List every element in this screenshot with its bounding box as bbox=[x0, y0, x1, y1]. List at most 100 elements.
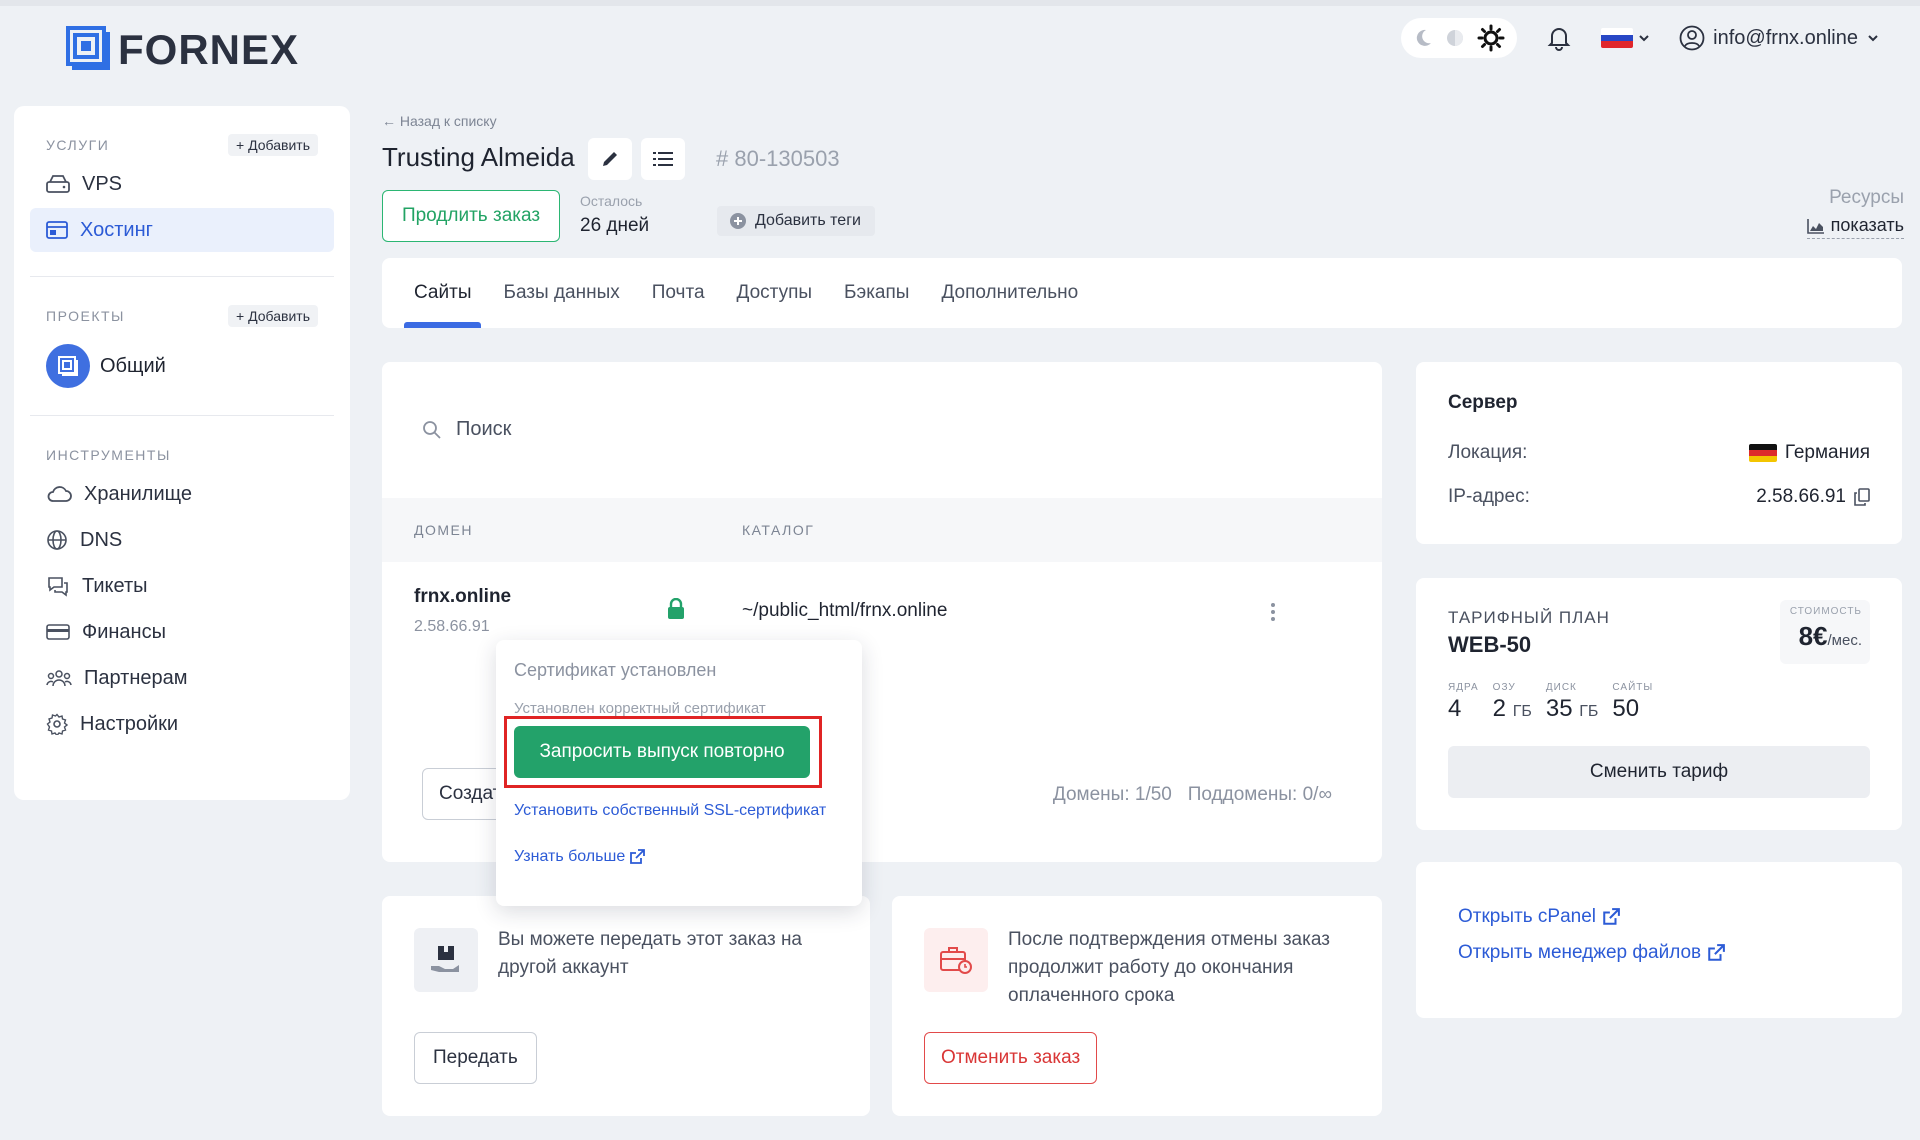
globe-icon bbox=[47, 530, 67, 550]
install-custom-ssl-link[interactable]: Установить собственный SSL-сертификат bbox=[514, 802, 826, 820]
tab-mail[interactable]: Почта bbox=[652, 258, 705, 328]
change-plan-button[interactable]: Сменить тариф bbox=[1448, 746, 1870, 798]
tab-additional[interactable]: Дополнительно bbox=[941, 258, 1078, 328]
sidebar-item-finance[interactable]: Финансы bbox=[30, 610, 334, 654]
project-item-general[interactable]: Общий bbox=[30, 341, 334, 391]
bell-icon[interactable] bbox=[1545, 24, 1573, 52]
sidebar-item-tickets[interactable]: Тикеты bbox=[30, 564, 334, 608]
tab-databases[interactable]: Базы данных bbox=[503, 258, 619, 328]
search-field[interactable]: Поиск bbox=[422, 418, 511, 441]
chevron-down-icon bbox=[1639, 35, 1649, 42]
search-icon bbox=[423, 420, 441, 439]
spec-sites: САЙТЫ 50 bbox=[1612, 682, 1654, 722]
sidebar-item-partners[interactable]: Партнерам bbox=[30, 656, 334, 700]
site-domain[interactable]: frnx.online bbox=[414, 586, 511, 608]
page-title: Trusting Almeida bbox=[382, 142, 575, 172]
cost-label: СТОИМОСТЬ bbox=[1789, 606, 1862, 617]
add-project-button[interactable]: + Добавить bbox=[228, 305, 318, 327]
edit-button[interactable] bbox=[588, 138, 632, 180]
header-toolbar: info@frnx.online bbox=[1401, 18, 1880, 58]
tab-backups[interactable]: Бэкапы bbox=[844, 258, 909, 328]
external-link-icon bbox=[1603, 908, 1620, 925]
projects-title: ПРОЕКТЫ bbox=[46, 308, 125, 324]
user-email: info@frnx.online bbox=[1713, 26, 1858, 49]
resources-title: Ресурсы bbox=[1829, 187, 1904, 208]
server-title: Сервер bbox=[1448, 392, 1518, 413]
sidebar: УСЛУГИ + Добавить VPS Хостинг ПРОЕКТЫ + … bbox=[14, 106, 350, 800]
sidebar-item-hosting[interactable]: Хостинг bbox=[30, 208, 334, 252]
ssl-popover: Сертификат установлен Установлен коррект… bbox=[496, 640, 862, 906]
ip-value: 2.58.66.91 bbox=[1756, 486, 1846, 507]
open-file-manager-link[interactable]: Открыть менеджер файлов bbox=[1458, 942, 1726, 964]
cloud-icon bbox=[47, 486, 72, 502]
sidebar-item-storage[interactable]: Хранилище bbox=[30, 472, 334, 516]
add-service-button[interactable]: + Добавить bbox=[228, 134, 318, 156]
tab-access[interactable]: Доступы bbox=[737, 258, 813, 328]
external-link-icon bbox=[630, 849, 646, 864]
top-border bbox=[0, 0, 1920, 6]
plus-circle-icon bbox=[730, 213, 746, 229]
cancel-card: После подтверждения отмены заказ продолж… bbox=[892, 896, 1382, 1116]
back-to-list-link[interactable]: ← Назад к списку bbox=[382, 113, 497, 129]
ssl-status-title: Сертификат установлен bbox=[514, 660, 717, 680]
control-panel-links-card: Открыть cPanel Открыть менеджер файлов bbox=[1416, 862, 1902, 1018]
order-number: # 80-130503 bbox=[716, 146, 840, 171]
column-header-catalog: КАТАЛОГ bbox=[742, 522, 815, 538]
sidebar-item-label: Хранилище bbox=[84, 482, 192, 505]
row-menu-icon[interactable] bbox=[1270, 602, 1276, 627]
extend-order-button[interactable]: Продлить заказ bbox=[382, 190, 560, 242]
plan-label: ТАРИФНЫЙ ПЛАН bbox=[1448, 608, 1610, 627]
details-button[interactable] bbox=[641, 138, 685, 180]
sidebar-item-label: VPS bbox=[82, 172, 123, 195]
transfer-box-icon bbox=[414, 928, 478, 992]
plan-cost: СТОИМОСТЬ 8€/мес. bbox=[1780, 600, 1870, 664]
reissue-certificate-button[interactable]: Запросить выпуск повторно bbox=[514, 726, 810, 778]
transfer-card: Вы можете передать этот заказ на другой … bbox=[382, 896, 870, 1116]
brand-name: FORNEX bbox=[118, 26, 300, 73]
moon-icon[interactable] bbox=[1413, 28, 1433, 48]
remaining-value: 26 дней bbox=[580, 215, 650, 236]
tabs-bar: Сайты Базы данных Почта Доступы Бэкапы Д… bbox=[382, 258, 1902, 328]
resources-show-link[interactable]: показать bbox=[1806, 215, 1904, 239]
spec-ram: ОЗУ 2 ГБ bbox=[1492, 682, 1532, 722]
sidebar-item-vps[interactable]: VPS bbox=[30, 162, 334, 206]
search-input[interactable]: Поиск bbox=[456, 418, 511, 441]
location-value: Германия bbox=[1784, 442, 1870, 463]
cancel-order-button[interactable]: Отменить заказ bbox=[924, 1032, 1098, 1084]
ssl-lock-icon[interactable] bbox=[666, 597, 686, 625]
user-avatar-icon bbox=[1679, 25, 1705, 51]
cost-unit: /мес. bbox=[1827, 632, 1863, 649]
plan-specs: ЯДРА 4 ОЗУ 2 ГБ ДИСК 35 ГБ САЙТЫ 50 bbox=[1448, 682, 1653, 723]
tools-section-header: ИНСТРУМЕНТЫ bbox=[30, 440, 334, 470]
cost-value: 8€ bbox=[1798, 621, 1828, 651]
copy-icon[interactable] bbox=[1854, 488, 1870, 506]
project-avatar bbox=[46, 344, 90, 388]
user-menu[interactable]: info@frnx.online bbox=[1679, 25, 1880, 51]
add-tags-button[interactable]: Добавить теги bbox=[717, 206, 875, 236]
site-catalog: ~/public_html/frnx.online bbox=[742, 600, 948, 621]
auto-theme-icon[interactable] bbox=[1445, 28, 1465, 48]
brand-logo[interactable]: FORNEX bbox=[66, 26, 299, 74]
open-cpanel-link[interactable]: Открыть cPanel bbox=[1458, 906, 1620, 928]
tools-title: ИНСТРУМЕНТЫ bbox=[46, 447, 171, 463]
sidebar-item-dns[interactable]: DNS bbox=[30, 518, 334, 562]
sun-icon[interactable] bbox=[1477, 24, 1505, 52]
learn-more-link[interactable]: Узнать больше bbox=[514, 848, 646, 866]
transfer-button[interactable]: Передать bbox=[414, 1032, 537, 1084]
sidebar-item-label: Финансы bbox=[82, 620, 166, 643]
column-header-domain: ДОМЕН bbox=[414, 522, 473, 538]
plan-name: WEB-50 bbox=[1448, 632, 1532, 657]
hosting-icon bbox=[46, 221, 68, 239]
language-selector[interactable] bbox=[1601, 28, 1651, 48]
server-location-row: Локация: Германия bbox=[1448, 442, 1870, 464]
sidebar-item-label: Партнерам bbox=[84, 666, 188, 689]
table-header: ДОМЕН КАТАЛОГ bbox=[382, 498, 1382, 562]
list-icon bbox=[653, 152, 673, 166]
theme-switcher[interactable] bbox=[1401, 18, 1518, 58]
sidebar-item-settings[interactable]: Настройки bbox=[30, 702, 334, 746]
domains-count: Домены: 1/50 bbox=[1052, 784, 1172, 805]
sidebar-divider bbox=[30, 415, 334, 416]
germany-flag-icon bbox=[1748, 444, 1777, 462]
tab-sites[interactable]: Сайты bbox=[403, 258, 483, 328]
subdomains-count: Поддомены: 0/∞ bbox=[1187, 784, 1332, 805]
